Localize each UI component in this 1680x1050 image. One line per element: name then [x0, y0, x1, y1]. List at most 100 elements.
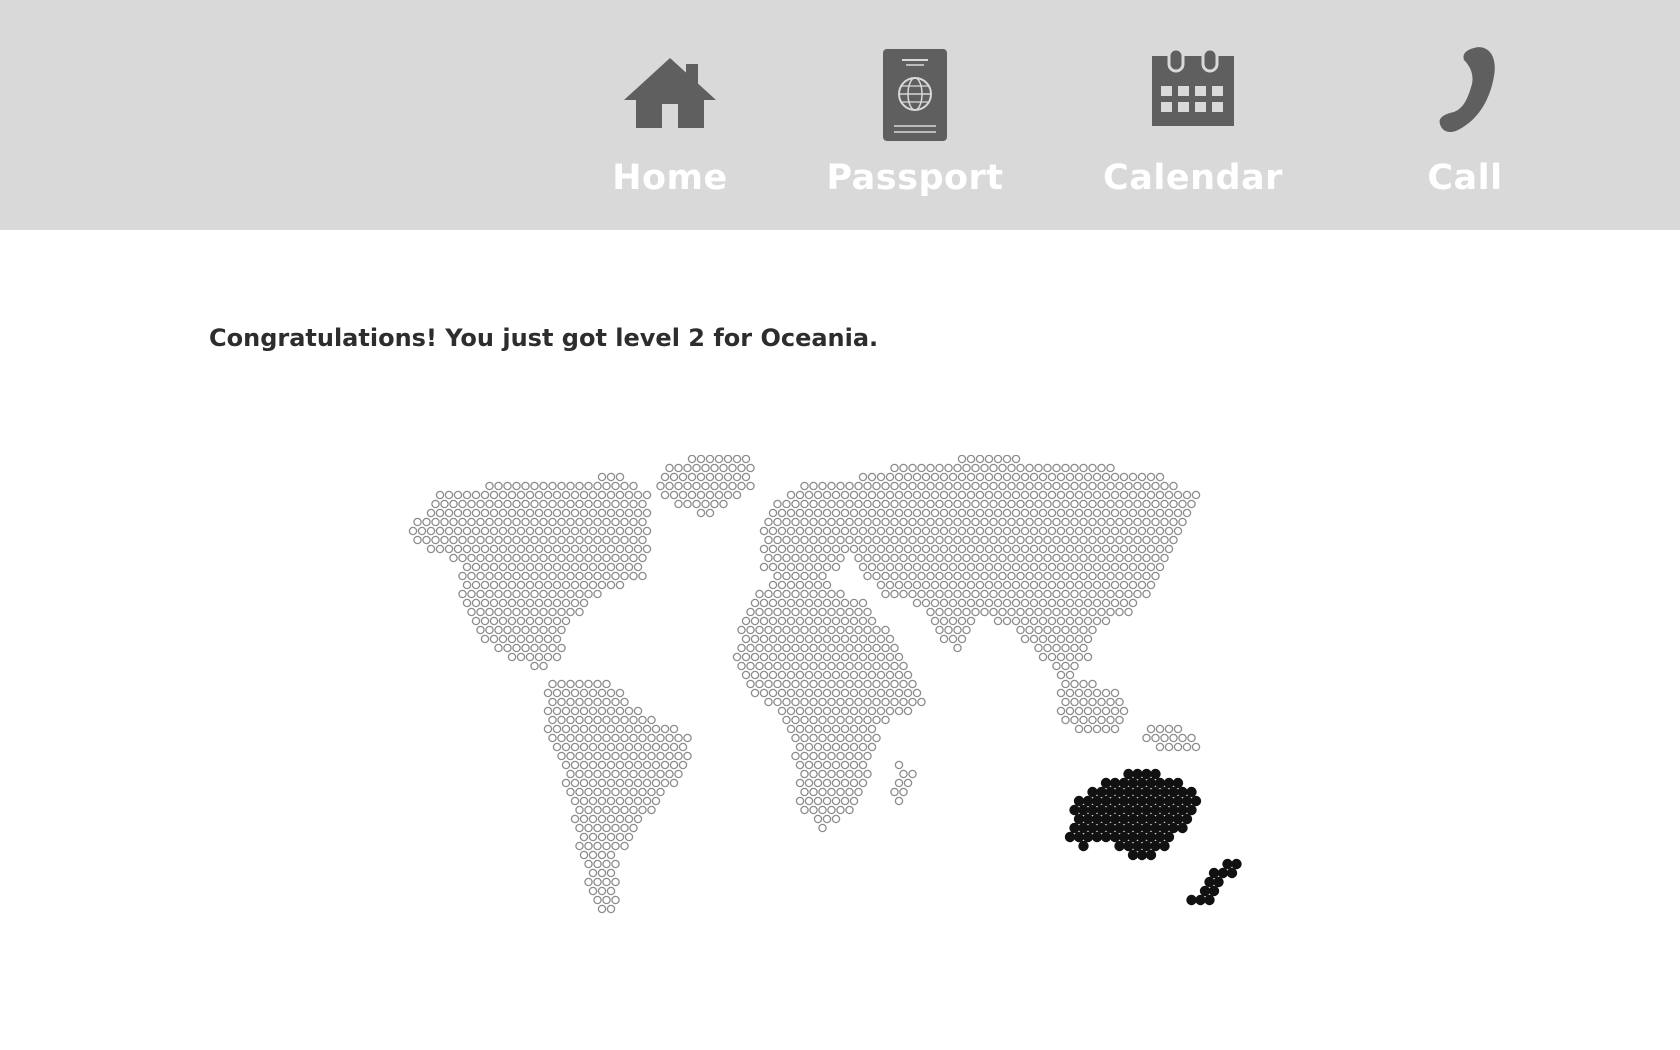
land-dot	[516, 490, 526, 500]
nav-item-call[interactable]: Call	[1400, 0, 1530, 230]
oceania-dot	[1078, 822, 1089, 834]
land-dot	[854, 787, 863, 797]
land-dot	[944, 463, 953, 473]
land-dot	[534, 508, 544, 518]
land-dot	[593, 571, 602, 581]
land-dot	[669, 724, 679, 734]
land-dot	[1002, 616, 1012, 626]
oceania-dot	[1123, 840, 1134, 852]
land-dot	[611, 841, 620, 851]
land-dot	[831, 562, 841, 572]
oceania-dot	[1136, 795, 1148, 807]
land-dot	[593, 769, 602, 779]
land-dot	[831, 598, 841, 608]
land-dot	[840, 598, 850, 608]
nav-item-calendar[interactable]: Calendar	[1100, 0, 1286, 230]
land-dot	[1002, 580, 1012, 590]
land-dot	[903, 508, 913, 518]
land-dot	[503, 481, 512, 491]
land-dot	[575, 589, 584, 599]
land-dot	[800, 769, 809, 779]
land-dot	[1092, 598, 1102, 608]
land-dot	[539, 481, 548, 491]
land-dot	[1182, 742, 1192, 752]
land-dot	[1110, 544, 1120, 554]
land-dot	[629, 787, 638, 797]
land-dot	[872, 643, 881, 653]
land-dot	[602, 553, 611, 563]
oceania-dot	[1114, 786, 1125, 798]
land-dot	[624, 562, 634, 572]
land-dot	[620, 535, 629, 545]
land-dot	[543, 544, 553, 554]
land-dot	[746, 463, 755, 473]
land-dot	[597, 778, 607, 788]
land-dot	[1097, 553, 1106, 563]
land-dot	[813, 634, 823, 644]
land-dot	[588, 544, 598, 554]
land-dot	[1106, 499, 1115, 509]
land-dot	[863, 535, 872, 545]
land-dot	[827, 517, 836, 527]
oceania-dot	[1132, 768, 1143, 780]
land-dot	[908, 697, 917, 707]
land-dot	[516, 508, 526, 518]
land-dot	[471, 562, 481, 572]
land-dot	[975, 490, 985, 500]
nav-item-passport[interactable]: Passport	[820, 0, 1010, 230]
land-dot	[669, 778, 679, 788]
land-dot	[809, 787, 818, 797]
land-dot	[854, 643, 863, 653]
land-dot	[1128, 562, 1138, 572]
land-dot	[579, 814, 589, 824]
land-dot	[867, 742, 877, 752]
land-dot	[845, 697, 854, 707]
land-dot	[1016, 625, 1025, 635]
land-dot	[575, 571, 584, 581]
land-dot	[854, 751, 863, 761]
land-dot	[795, 544, 805, 554]
land-dot	[575, 715, 584, 725]
land-dot	[1056, 634, 1066, 644]
land-dot	[863, 571, 872, 581]
land-dot	[602, 751, 611, 761]
land-dot	[606, 508, 616, 518]
land-dot	[561, 742, 571, 752]
land-dot	[665, 481, 674, 491]
land-dot	[624, 526, 634, 536]
land-dot	[1043, 607, 1052, 617]
land-dot	[1137, 472, 1147, 482]
land-dot	[1178, 733, 1187, 743]
land-dot	[570, 724, 580, 734]
land-dot	[462, 598, 472, 608]
land-dot	[660, 724, 670, 734]
land-dot	[1074, 634, 1084, 644]
oceania-dot	[1118, 795, 1130, 807]
nav-item-home[interactable]: Home	[590, 0, 750, 230]
land-dot	[786, 490, 796, 500]
land-dot	[431, 535, 440, 545]
land-dot	[570, 562, 580, 572]
land-dot	[1128, 508, 1138, 518]
land-dot	[750, 634, 760, 644]
land-dot	[881, 499, 890, 509]
land-dot	[827, 769, 836, 779]
land-dot	[795, 634, 805, 644]
land-dot	[840, 670, 850, 680]
nav-label-home: Home	[612, 158, 728, 198]
land-dot	[836, 661, 845, 671]
land-dot	[593, 787, 602, 797]
land-dot	[521, 553, 530, 563]
land-dot	[1187, 733, 1196, 743]
land-dot	[840, 778, 850, 788]
land-dot	[1142, 589, 1151, 599]
land-dot	[638, 733, 647, 743]
oceania-dot	[1163, 831, 1175, 843]
land-dot	[602, 535, 611, 545]
oceania-dot	[1118, 813, 1130, 825]
land-dot	[413, 517, 422, 527]
land-dot	[881, 715, 890, 725]
land-dot	[822, 814, 832, 824]
land-dot	[845, 679, 854, 689]
land-dot	[575, 823, 584, 833]
